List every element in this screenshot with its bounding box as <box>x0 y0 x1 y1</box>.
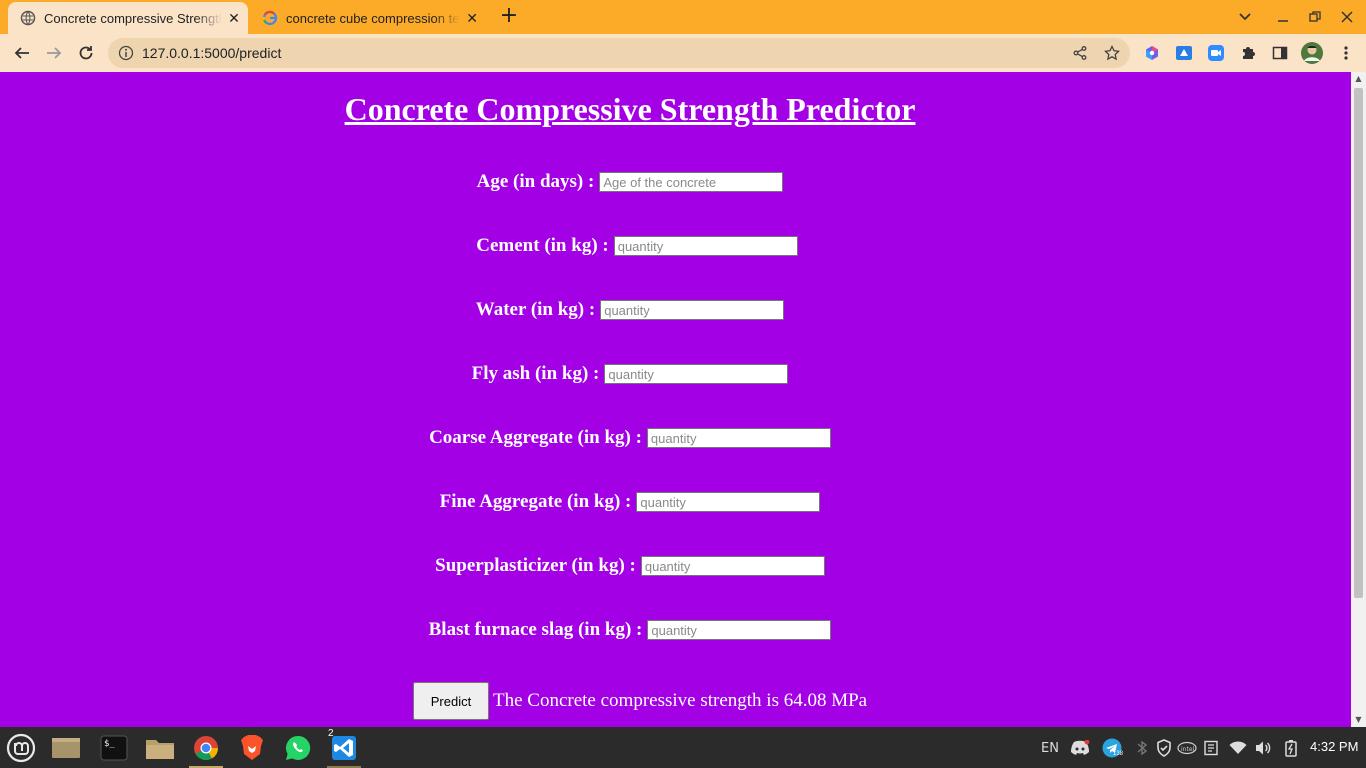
close-window-icon[interactable] <box>1336 6 1358 28</box>
tab-search-chevron-icon[interactable] <box>1234 6 1256 28</box>
url-text: 127.0.0.1:5000/predict <box>142 45 282 61</box>
blast-furnace-slag-row: Blast furnace slag (in kg) : <box>0 619 1260 641</box>
wifi-icon[interactable] <box>1228 738 1248 758</box>
fine-aggregate-row: Fine Aggregate (in kg) : <box>0 491 1260 513</box>
browser-toolbar: 127.0.0.1:5000/predict <box>0 34 1366 72</box>
age-input[interactable] <box>599 172 784 192</box>
globe-icon <box>20 10 36 26</box>
volume-icon[interactable] <box>1253 738 1273 758</box>
reload-icon[interactable] <box>74 41 98 65</box>
coarse-aggregate-input[interactable] <box>646 428 831 448</box>
intel-icon[interactable]: intel <box>1177 738 1197 758</box>
scroll-down-arrow-icon[interactable]: ▼ <box>1351 713 1366 727</box>
mint-menu-icon[interactable] <box>2 730 40 766</box>
forward-arrow-icon[interactable] <box>42 41 66 65</box>
side-panel-icon[interactable] <box>1270 43 1290 63</box>
extension-drive-icon[interactable] <box>1174 43 1194 63</box>
coarse-aggregate-row: Coarse Aggregate (in kg) : <box>0 427 1260 449</box>
fly-ash-row: Fly ash (in kg) : <box>0 363 1260 385</box>
page-viewport: Concrete Compressive Strength Predictor … <box>0 72 1351 727</box>
blast-furnace-slag-label: Blast furnace slag (in kg) : <box>428 619 643 640</box>
brave-icon[interactable] <box>233 730 271 766</box>
svg-text:intel: intel <box>1181 746 1195 753</box>
kebab-menu-icon[interactable] <box>1336 43 1356 63</box>
discord-icon[interactable] <box>1069 738 1091 758</box>
browser-tab-bar: Concrete compressive Strength Predictor … <box>0 0 1366 34</box>
keyboard-layout[interactable]: EN <box>1038 738 1062 758</box>
profile-avatar[interactable] <box>1300 41 1324 65</box>
water-label: Water (in kg) : <box>475 299 596 320</box>
telegram-unread-badge: 138 <box>1113 751 1124 757</box>
cement-input[interactable] <box>613 236 798 256</box>
back-arrow-icon[interactable] <box>10 41 34 65</box>
tab-title: Concrete compressive Strength Predictor <box>44 10 223 26</box>
vscode-window-count-badge: 2 <box>328 728 334 739</box>
clock[interactable]: 4:32 PM <box>1310 739 1358 754</box>
files-icon[interactable] <box>141 730 179 766</box>
fly-ash-label: Fly ash (in kg) : <box>471 363 600 384</box>
notes-icon[interactable] <box>1201 738 1221 758</box>
minimize-icon[interactable] <box>1272 6 1294 28</box>
age-row: Age (in days) : <box>0 171 1260 193</box>
os-taskbar: $_ EN intel 4:32 PM <box>0 727 1366 768</box>
superplasticizer-label: Superplasticizer (in kg) : <box>435 555 636 576</box>
water-row: Water (in kg) : <box>0 299 1260 321</box>
terminal-icon[interactable]: $_ <box>95 730 133 766</box>
prediction-result: The Concrete compressive strength is 64.… <box>493 690 868 711</box>
page-scrollbar[interactable]: ▲ ▼ <box>1351 72 1366 727</box>
new-tab-button[interactable]: + <box>498 5 520 28</box>
predict-row: Predict The Concrete compressive strengt… <box>413 682 867 720</box>
restore-icon[interactable] <box>1304 6 1326 28</box>
shield-icon[interactable] <box>1154 738 1174 758</box>
tab-google-search[interactable]: concrete cube compression test - Google … <box>250 2 486 34</box>
extension-colorful-icon[interactable] <box>1142 43 1162 63</box>
cement-row: Cement (in kg) : <box>7 235 1267 257</box>
fine-aggregate-label: Fine Aggregate (in kg) : <box>439 491 632 512</box>
blast-furnace-slag-input[interactable] <box>647 620 832 640</box>
bluetooth-icon[interactable] <box>1132 738 1152 758</box>
whatsapp-icon[interactable] <box>279 730 317 766</box>
share-icon[interactable] <box>1072 45 1088 61</box>
scroll-up-arrow-icon[interactable]: ▲ <box>1351 72 1366 86</box>
water-input[interactable] <box>600 300 785 320</box>
chrome-icon[interactable] <box>187 730 225 768</box>
tab-concrete-predictor[interactable]: Concrete compressive Strength Predictor … <box>8 2 248 34</box>
battery-icon[interactable] <box>1281 738 1301 758</box>
address-bar[interactable]: 127.0.0.1:5000/predict <box>108 38 1130 68</box>
cement-label: Cement (in kg) : <box>476 235 609 256</box>
tab-title: concrete cube compression test - Google … <box>286 10 460 26</box>
site-info-icon[interactable] <box>118 45 134 61</box>
fly-ash-input[interactable] <box>604 364 789 384</box>
svg-text:$_: $_ <box>104 739 115 749</box>
predict-button[interactable]: Predict <box>413 682 489 720</box>
superplasticizer-row: Superplasticizer (in kg) : <box>0 555 1260 577</box>
google-icon <box>262 10 278 26</box>
fine-aggregate-input[interactable] <box>636 492 821 512</box>
superplasticizer-input[interactable] <box>640 556 825 576</box>
zoom-extension-icon[interactable] <box>1206 43 1226 63</box>
scrollbar-thumb[interactable] <box>1354 88 1363 598</box>
coarse-aggregate-label: Coarse Aggregate (in kg) : <box>429 427 642 448</box>
bookmark-star-icon[interactable] <box>1104 45 1120 61</box>
puzzle-extensions-icon[interactable] <box>1238 43 1258 63</box>
page-title: Concrete Compressive Strength Predictor <box>344 91 916 127</box>
close-tab-icon[interactable]: ✕ <box>228 10 240 26</box>
close-tab-icon[interactable]: ✕ <box>466 10 478 26</box>
age-label: Age (in days) : <box>476 171 595 192</box>
desktop-icon[interactable] <box>47 730 85 766</box>
